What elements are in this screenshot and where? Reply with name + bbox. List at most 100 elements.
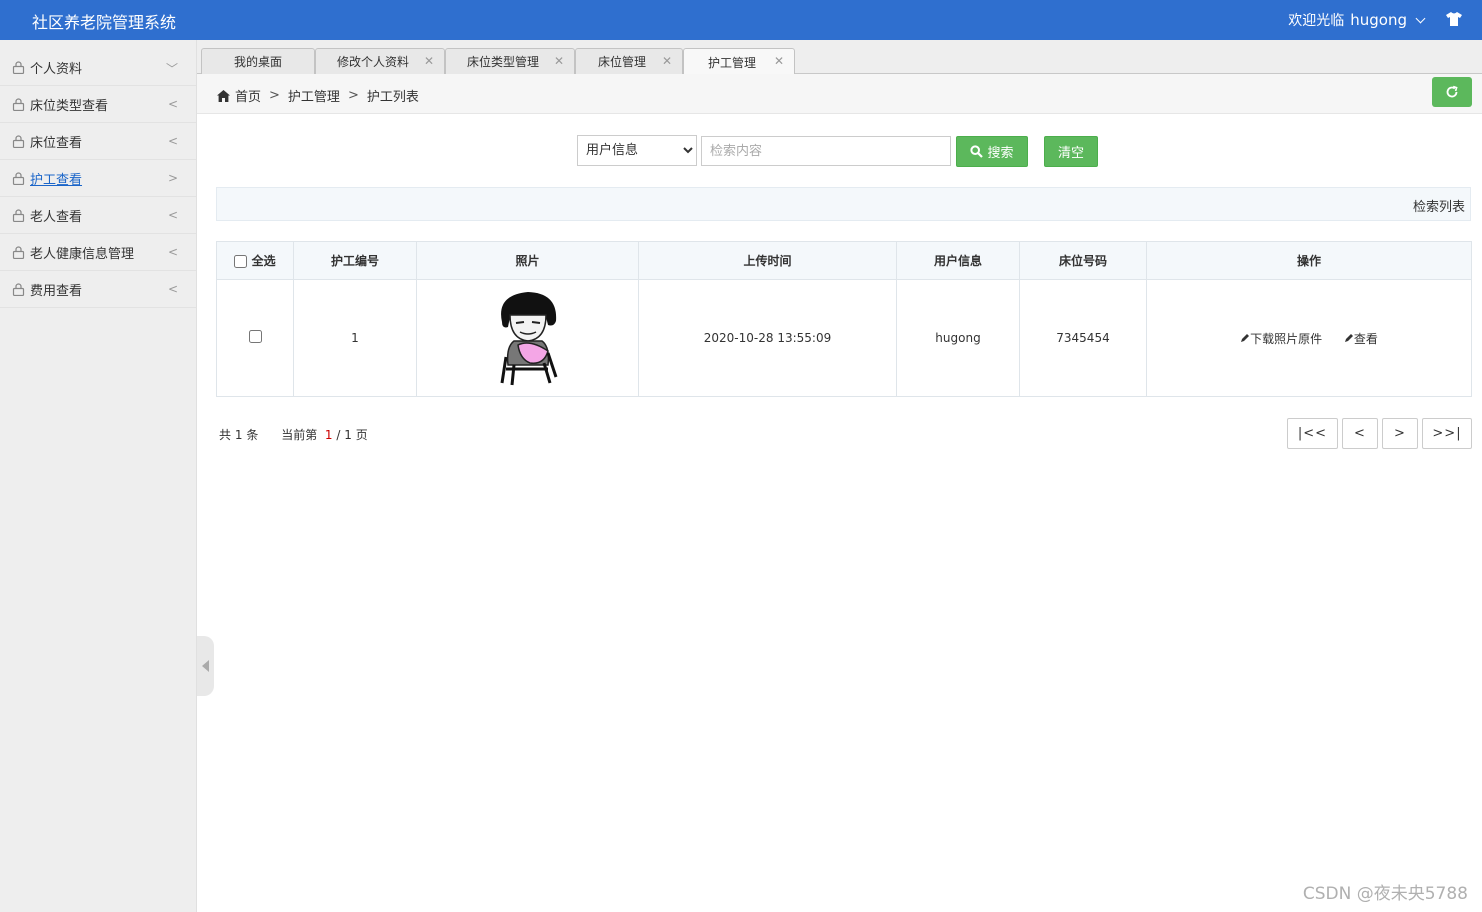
app-title: 社区养老院管理系统	[32, 13, 177, 32]
breadcrumb-home[interactable]: 首页	[235, 86, 261, 105]
lock-icon	[12, 282, 25, 296]
breadcrumb-separator: >	[347, 88, 359, 103]
total-prefix: 共	[219, 428, 232, 442]
sidebar-item-health[interactable]: 老人健康信息管理 <	[0, 234, 196, 271]
cell-ops: 下载照片原件 查看	[1146, 279, 1472, 397]
select-all-checkbox[interactable]	[234, 255, 248, 268]
breadcrumb-level1[interactable]: 护工管理	[288, 86, 340, 105]
select-all-label: 全选	[251, 254, 276, 268]
table-row: 1 2020-10-28 13:55:09 hugong 7345454 下载照…	[216, 279, 1472, 397]
download-photo-label: 下载照片原件	[1250, 331, 1323, 346]
prev-page-button[interactable]: <	[1342, 418, 1378, 449]
page-slash: /	[336, 428, 341, 442]
close-icon[interactable]: ✕	[774, 54, 784, 68]
sidebar-item-fees[interactable]: 费用查看 <	[0, 271, 196, 308]
col-user-info: 用户信息	[896, 241, 1020, 280]
pencil-icon	[1241, 333, 1250, 342]
tab-caregiver-mgmt[interactable]: 护工管理 ✕	[683, 48, 795, 75]
search-input[interactable]	[701, 136, 951, 166]
cell-bed-no: 7345454	[1019, 279, 1147, 397]
lock-icon	[12, 208, 25, 222]
username[interactable]: hugong	[1350, 11, 1407, 29]
col-select-all: 全选	[216, 241, 294, 280]
sidebar-item-bed-types[interactable]: 床位类型查看 <	[0, 86, 196, 123]
list-strip-label: 检索列表	[1412, 200, 1465, 215]
caregiver-photo[interactable]	[488, 287, 568, 387]
download-photo-link[interactable]: 下载照片原件	[1240, 332, 1326, 346]
refresh-button[interactable]	[1432, 77, 1472, 107]
col-photo: 照片	[416, 241, 639, 280]
chevron-down-icon: ﹀	[165, 62, 178, 76]
tab-bed-type-mgmt[interactable]: 床位类型管理 ✕	[445, 48, 575, 74]
lock-icon	[12, 134, 25, 148]
close-icon[interactable]: ✕	[424, 54, 434, 68]
search-button-label: 搜索	[987, 146, 1014, 161]
tab-desktop[interactable]: 我的桌面	[201, 48, 315, 74]
view-label: 查看	[1353, 331, 1378, 346]
sidebar-item-label: 老人健康信息管理	[30, 246, 135, 262]
chevron-left-icon: <	[167, 245, 178, 259]
user-menu[interactable]: 欢迎光临 hugong	[1288, 10, 1426, 30]
chevron-left-icon: <	[167, 208, 178, 222]
tab-label: 床位类型管理	[466, 55, 539, 69]
cell-upload-time: 2020-10-28 13:55:09	[638, 279, 897, 397]
top-header: 社区养老院管理系统 欢迎光临 hugong	[0, 0, 1482, 40]
clear-button[interactable]: 清空	[1044, 136, 1098, 167]
last-page-button[interactable]: >>|	[1422, 418, 1472, 449]
chevron-left-icon: <	[167, 134, 178, 148]
sidebar: 个人资料 ﹀ 床位类型查看 < 床位查看 < 护工查看 > 老人查看 < 老人健…	[0, 40, 197, 912]
cell-id: 1	[293, 279, 417, 397]
first-page-button[interactable]: |<<	[1287, 418, 1338, 449]
caret-left-icon	[201, 660, 209, 672]
sidebar-item-label: 个人资料	[30, 61, 83, 77]
sidebar-item-label: 床位查看	[30, 135, 83, 151]
sidebar-item-label: 老人查看	[30, 209, 83, 225]
lock-icon	[12, 97, 25, 111]
chevron-left-icon: <	[167, 97, 178, 111]
clear-button-label: 清空	[1057, 146, 1084, 161]
row-checkbox[interactable]	[248, 330, 262, 343]
pagination-info: 共 1 条 当前第 1 / 1 页	[219, 426, 368, 443]
current-page: 1	[324, 428, 333, 442]
total-count: 1	[234, 428, 243, 442]
tab-edit-profile[interactable]: 修改个人资料 ✕	[315, 48, 445, 74]
search-field-select[interactable]: 用户信息	[577, 135, 697, 166]
sidebar-item-caregivers[interactable]: 护工查看 >	[0, 160, 196, 197]
breadcrumb-separator: >	[269, 88, 280, 103]
cell-photo	[416, 279, 639, 397]
col-bed-no: 床位号码	[1019, 241, 1147, 280]
lock-icon	[12, 171, 25, 185]
lock-icon	[12, 60, 25, 74]
shirt-icon[interactable]	[1446, 12, 1462, 30]
home-icon	[217, 89, 230, 102]
list-header-strip: 检索列表	[216, 187, 1471, 221]
search-icon	[970, 145, 984, 158]
breadcrumb-bar: 首页 > 护工管理 > 护工列表	[197, 74, 1482, 114]
welcome-text: 欢迎光临	[1288, 13, 1345, 29]
close-icon[interactable]: ✕	[554, 54, 564, 68]
breadcrumb: 首页 > 护工管理 > 护工列表	[217, 86, 419, 105]
col-id: 护工编号	[293, 241, 417, 280]
pages-suffix: 页	[355, 428, 368, 442]
chevron-down-icon[interactable]	[1415, 13, 1426, 23]
next-page-button[interactable]: >	[1382, 418, 1418, 449]
sidebar-item-profile[interactable]: 个人资料 ﹀	[0, 49, 196, 86]
tab-label: 我的桌面	[233, 55, 282, 69]
total-suffix: 条	[246, 428, 259, 442]
sidebar-item-label[interactable]: 护工查看	[30, 169, 82, 188]
breadcrumb-level2: 护工列表	[366, 90, 419, 105]
current-prefix: 当前第	[281, 428, 318, 442]
tab-label: 护工管理	[707, 55, 756, 70]
col-ops: 操作	[1146, 241, 1472, 280]
sidebar-collapse-handle[interactable]	[197, 636, 214, 696]
sidebar-item-beds[interactable]: 床位查看 <	[0, 123, 196, 160]
view-link[interactable]: 查看	[1344, 332, 1378, 346]
sidebar-item-elders[interactable]: 老人查看 <	[0, 197, 196, 234]
search-button[interactable]: 搜索	[956, 136, 1028, 167]
pencil-icon	[1344, 333, 1353, 342]
chevron-left-icon: <	[167, 282, 178, 296]
refresh-icon	[1446, 85, 1458, 98]
close-icon[interactable]: ✕	[662, 54, 672, 68]
tab-bed-mgmt[interactable]: 床位管理 ✕	[575, 48, 683, 74]
sidebar-item-label: 费用查看	[30, 283, 83, 299]
